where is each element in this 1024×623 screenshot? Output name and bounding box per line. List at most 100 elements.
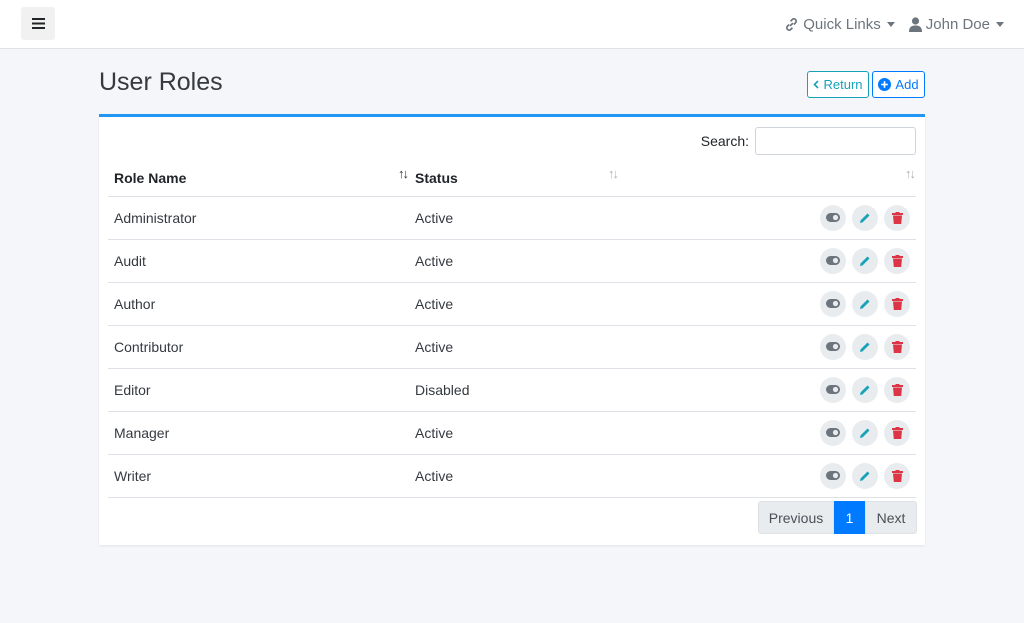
table-row: Editor Disabled bbox=[108, 368, 916, 412]
table-row: Author Active bbox=[108, 282, 916, 326]
toggle-icon bbox=[826, 213, 841, 222]
edit-button[interactable] bbox=[852, 462, 879, 489]
trash-icon bbox=[891, 340, 903, 353]
add-label: Add bbox=[895, 77, 919, 92]
role-name-cell: Audit bbox=[108, 239, 409, 283]
role-status-cell: Active bbox=[409, 282, 619, 326]
pencil-icon bbox=[860, 342, 870, 352]
quick-links-dropdown[interactable]: Quick Links bbox=[784, 16, 895, 33]
search-label: Search: bbox=[700, 133, 749, 149]
sort-icon: ↑↓ bbox=[608, 166, 619, 181]
header-role-name[interactable]: Role Name ↑↓ bbox=[108, 156, 409, 197]
chevron-left-icon bbox=[813, 80, 820, 89]
toggle-icon bbox=[826, 342, 841, 351]
delete-button[interactable] bbox=[884, 204, 910, 231]
header-role-name-label: Role Name bbox=[114, 169, 187, 186]
role-name-cell: Manager bbox=[108, 411, 409, 455]
row-actions bbox=[619, 325, 916, 369]
trash-icon bbox=[891, 254, 903, 267]
pagination: Previous 1 Next bbox=[758, 501, 917, 534]
toggle-status-button[interactable] bbox=[820, 204, 847, 231]
menu-toggle-button[interactable] bbox=[21, 7, 55, 40]
role-status-cell: Active bbox=[409, 239, 619, 283]
row-actions bbox=[619, 282, 916, 326]
edit-button[interactable] bbox=[852, 376, 879, 403]
role-name-cell: Writer bbox=[108, 454, 409, 498]
plus-circle-icon bbox=[878, 78, 892, 91]
table-row: Writer Active bbox=[108, 454, 916, 498]
row-actions bbox=[619, 196, 916, 240]
current-page-button[interactable]: 1 bbox=[834, 501, 865, 534]
roles-card: Search: Role Name ↑↓ Status ↑↓ ↑↓ Admini… bbox=[99, 114, 925, 545]
role-name-cell: Editor bbox=[108, 368, 409, 412]
toggle-status-button[interactable] bbox=[820, 376, 847, 403]
delete-button[interactable] bbox=[884, 247, 910, 274]
toggle-icon bbox=[826, 471, 841, 480]
edit-button[interactable] bbox=[852, 333, 879, 360]
role-status-cell: Active bbox=[409, 325, 619, 369]
quick-links-label: Quick Links bbox=[803, 15, 881, 33]
header-status-label: Status bbox=[415, 169, 458, 186]
toggle-icon bbox=[826, 299, 841, 308]
roles-table: Role Name ↑↓ Status ↑↓ ↑↓ Administrator … bbox=[108, 156, 916, 498]
row-actions bbox=[619, 454, 916, 498]
toggle-icon bbox=[826, 385, 841, 394]
trash-icon bbox=[891, 211, 903, 224]
add-button[interactable]: Add bbox=[872, 71, 925, 98]
pencil-icon bbox=[860, 213, 870, 223]
pencil-icon bbox=[860, 471, 870, 481]
toggle-status-button[interactable] bbox=[820, 462, 847, 489]
return-button[interactable]: Return bbox=[807, 71, 869, 98]
sort-ascending-icon: ↑↓ bbox=[398, 166, 409, 181]
toggle-status-button[interactable] bbox=[820, 419, 847, 446]
delete-button[interactable] bbox=[884, 462, 910, 489]
pencil-icon bbox=[860, 428, 870, 438]
delete-button[interactable] bbox=[884, 333, 910, 360]
trash-icon bbox=[891, 297, 903, 310]
caret-down-icon bbox=[996, 21, 1004, 27]
row-actions bbox=[619, 368, 916, 412]
role-name-cell: Author bbox=[108, 282, 409, 326]
page-title: User Roles bbox=[99, 68, 223, 96]
search-input[interactable] bbox=[755, 127, 916, 155]
bars-icon bbox=[31, 18, 45, 29]
edit-button[interactable] bbox=[852, 204, 879, 231]
table-row: Manager Active bbox=[108, 411, 916, 455]
edit-button[interactable] bbox=[852, 419, 879, 446]
delete-button[interactable] bbox=[884, 419, 910, 446]
pencil-icon bbox=[860, 256, 870, 266]
user-menu-dropdown[interactable]: John Doe bbox=[908, 15, 1004, 33]
user-name-label: John Doe bbox=[925, 15, 990, 33]
previous-page-button[interactable]: Previous bbox=[758, 501, 834, 534]
edit-button[interactable] bbox=[852, 290, 879, 317]
trash-icon bbox=[891, 469, 903, 482]
role-status-cell: Active bbox=[409, 196, 619, 240]
next-page-button[interactable]: Next bbox=[865, 501, 917, 534]
role-status-cell: Disabled bbox=[409, 368, 619, 412]
header-actions: ↑↓ bbox=[619, 156, 916, 197]
delete-button[interactable] bbox=[884, 290, 910, 317]
trash-icon bbox=[891, 426, 903, 439]
edit-button[interactable] bbox=[852, 247, 879, 274]
header-status[interactable]: Status ↑↓ bbox=[409, 156, 619, 197]
role-name-cell: Contributor bbox=[108, 325, 409, 369]
toggle-status-button[interactable] bbox=[820, 290, 847, 317]
role-status-cell: Active bbox=[409, 454, 619, 498]
toggle-icon bbox=[826, 428, 841, 437]
row-actions bbox=[619, 411, 916, 455]
caret-down-icon bbox=[886, 21, 895, 27]
role-name-cell: Administrator bbox=[108, 196, 409, 240]
trash-icon bbox=[891, 383, 903, 396]
delete-button[interactable] bbox=[884, 376, 910, 403]
user-icon bbox=[908, 16, 922, 32]
toggle-status-button[interactable] bbox=[820, 333, 847, 360]
sort-icon: ↑↓ bbox=[905, 166, 916, 181]
toggle-status-button[interactable] bbox=[820, 247, 847, 274]
row-actions bbox=[619, 239, 916, 283]
table-row: Administrator Active bbox=[108, 196, 916, 240]
table-row: Contributor Active bbox=[108, 325, 916, 369]
top-navbar: Quick Links John Doe bbox=[0, 0, 1024, 49]
pencil-icon bbox=[860, 385, 870, 395]
pencil-icon bbox=[860, 299, 870, 309]
toggle-icon bbox=[826, 256, 841, 265]
